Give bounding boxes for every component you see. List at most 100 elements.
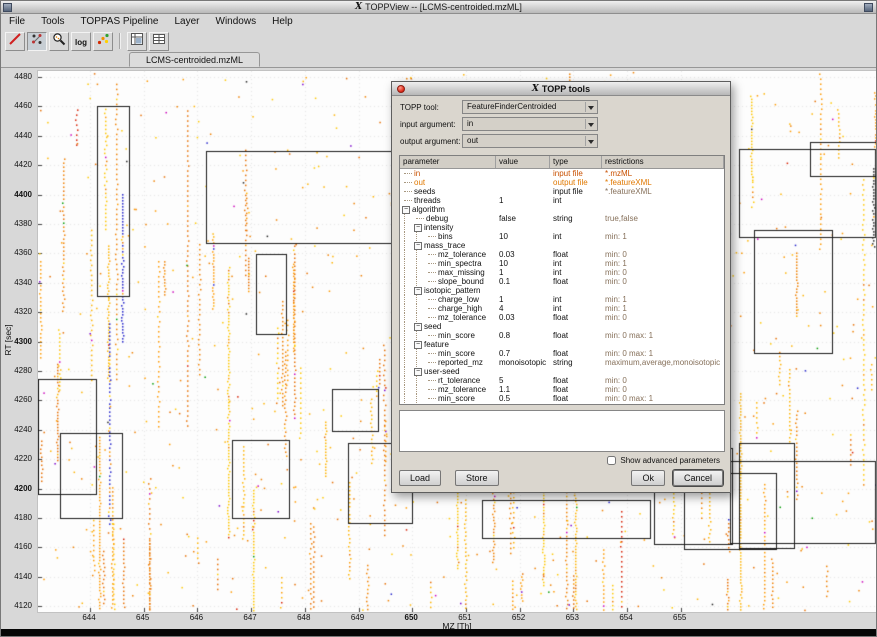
show-advanced-label[interactable]: Show advanced parameters bbox=[620, 456, 720, 465]
menu-help[interactable]: Help bbox=[264, 14, 301, 30]
dialog-close-icon[interactable] bbox=[397, 85, 405, 93]
param-value[interactable]: 4 bbox=[496, 304, 550, 313]
param-row-debug[interactable]: debugfalsestringtrue,false bbox=[400, 214, 724, 223]
param-restrictions: maximum,average,monoisotopic bbox=[602, 358, 724, 367]
param-restrictions: min: 1 bbox=[602, 259, 724, 268]
input-argument-select[interactable]: in bbox=[462, 117, 598, 131]
param-row-min_spectra[interactable]: min_spectra10intmin: 1 bbox=[400, 259, 724, 268]
param-row-charge_high[interactable]: charge_high4intmin: 1 bbox=[400, 304, 724, 313]
param-value[interactable]: 0.5 bbox=[496, 394, 550, 403]
param-row-user-seed[interactable]: −user-seed bbox=[400, 367, 724, 376]
param-value[interactable]: false bbox=[496, 214, 550, 223]
param-value[interactable]: 0.03 bbox=[496, 250, 550, 259]
tree-collapse-icon[interactable]: − bbox=[414, 224, 422, 232]
param-value[interactable]: 1.1 bbox=[496, 385, 550, 394]
parameter-table: parameter value type restrictions ininpu… bbox=[399, 155, 725, 405]
column-header-parameter[interactable]: parameter bbox=[400, 156, 496, 168]
intensity-mode-button[interactable] bbox=[93, 32, 113, 51]
param-row-seeds[interactable]: seedsinput file*.featureXML bbox=[400, 187, 724, 196]
ok-button[interactable]: Ok bbox=[631, 470, 665, 486]
column-header-type[interactable]: type bbox=[550, 156, 602, 168]
tree-stub bbox=[428, 335, 436, 336]
param-row-feature[interactable]: −feature bbox=[400, 340, 724, 349]
param-row-out[interactable]: outoutput file*.featureXML bbox=[400, 178, 724, 187]
param-row-charge_low[interactable]: charge_low1intmin: 1 bbox=[400, 295, 724, 304]
projections-button[interactable] bbox=[127, 32, 147, 51]
topp-tool-select[interactable]: FeatureFinderCentroided bbox=[462, 100, 598, 114]
x-tick-label: 644 bbox=[74, 613, 104, 622]
tree-collapse-icon[interactable]: − bbox=[414, 368, 422, 376]
tree-line bbox=[416, 259, 424, 268]
param-row-bins[interactable]: bins10intmin: 1 bbox=[400, 232, 724, 241]
param-value[interactable]: 0.7 bbox=[496, 349, 550, 358]
param-value[interactable]: 1 bbox=[496, 268, 550, 277]
param-row-mz_tolerance[interactable]: mz_tolerance0.03floatmin: 0 bbox=[400, 250, 724, 259]
menu-bar: FileToolsTOPPAS PipelineLayerWindowsHelp bbox=[1, 14, 876, 30]
y-tick-label: 4160 bbox=[1, 542, 34, 551]
param-value[interactable]: 1 bbox=[496, 295, 550, 304]
param-row-min_score[interactable]: min_score0.5floatmin: 0 max: 1 bbox=[400, 394, 724, 403]
tree-collapse-icon[interactable]: − bbox=[414, 341, 422, 349]
log-intensity-button[interactable]: log bbox=[71, 32, 91, 51]
param-value[interactable]: 5 bbox=[496, 376, 550, 385]
param-row-max_missing[interactable]: max_missing1intmin: 0 bbox=[400, 268, 724, 277]
load-button[interactable]: Load bbox=[399, 470, 441, 486]
param-row-algorithm[interactable]: −algorithm bbox=[400, 205, 724, 214]
dialog-titlebar[interactable]: X TOPP tools bbox=[392, 82, 730, 96]
tree-collapse-icon[interactable]: − bbox=[414, 242, 422, 250]
menu-windows[interactable]: Windows bbox=[208, 14, 265, 30]
param-row-in[interactable]: ininput file*.mzML bbox=[400, 169, 724, 178]
tree-stub bbox=[428, 272, 436, 273]
window-menu-button[interactable] bbox=[3, 3, 12, 12]
menu-file[interactable]: File bbox=[1, 14, 33, 30]
param-row-mz_tolerance[interactable]: mz_tolerance0.03floatmin: 0 bbox=[400, 313, 724, 322]
param-row-slope_bound[interactable]: slope_bound0.1floatmin: 0 bbox=[400, 277, 724, 286]
menu-tools[interactable]: Tools bbox=[33, 14, 72, 30]
param-value[interactable]: 0.8 bbox=[496, 331, 550, 340]
column-header-value[interactable]: value bbox=[496, 156, 550, 168]
spectrum-icon bbox=[8, 32, 22, 51]
view-1d-button[interactable] bbox=[5, 32, 25, 51]
window-close-button[interactable] bbox=[864, 3, 873, 12]
show-advanced-checkbox[interactable] bbox=[607, 456, 616, 465]
param-value[interactable]: monoisotopic bbox=[496, 358, 550, 367]
zoom-button[interactable] bbox=[49, 32, 69, 51]
param-value[interactable]: 10 bbox=[496, 232, 550, 241]
param-row-intensity[interactable]: −intensity bbox=[400, 223, 724, 232]
param-type: string bbox=[550, 214, 602, 223]
param-value[interactable]: 0.03 bbox=[496, 313, 550, 322]
tab-lcms-centroided[interactable]: LCMS-centroided.mzML bbox=[129, 52, 260, 67]
output-argument-select[interactable]: out bbox=[462, 134, 598, 148]
param-type: float bbox=[550, 349, 602, 358]
param-value[interactable]: 10 bbox=[496, 259, 550, 268]
param-row-reported_mz[interactable]: reported_mzmonoisotopicstringmaximum,ave… bbox=[400, 358, 724, 367]
cancel-button[interactable]: Cancel bbox=[673, 470, 723, 486]
y-tick-label: 4280 bbox=[1, 366, 34, 375]
menu-toppas-pipeline[interactable]: TOPPAS Pipeline bbox=[72, 14, 166, 30]
param-value[interactable]: 0.1 bbox=[496, 277, 550, 286]
window-titlebar[interactable]: X TOPPView -- [LCMS-centroided.mzML] bbox=[1, 1, 876, 14]
menu-layer[interactable]: Layer bbox=[167, 14, 208, 30]
topp-tools-dialog: X TOPP tools TOPP tool: FeatureFinderCen… bbox=[391, 81, 731, 493]
tree-collapse-icon[interactable]: − bbox=[414, 323, 422, 331]
tree-stub bbox=[428, 308, 436, 309]
param-row-seed[interactable]: −seed bbox=[400, 322, 724, 331]
log-icon: log bbox=[75, 32, 87, 50]
param-row-mz_tolerance[interactable]: mz_tolerance1.1floatmin: 0 bbox=[400, 385, 724, 394]
param-restrictions: *.featureXML bbox=[602, 178, 724, 187]
param-row-rt_tolerance[interactable]: rt_tolerance5floatmin: 0 bbox=[400, 376, 724, 385]
param-row-mass_trace[interactable]: −mass_trace bbox=[400, 241, 724, 250]
param-restrictions: min: 1 bbox=[602, 232, 724, 241]
column-header-restrictions[interactable]: restrictions bbox=[602, 156, 724, 168]
tree-collapse-icon[interactable]: − bbox=[414, 287, 422, 295]
param-row-min_score[interactable]: min_score0.7floatmin: 0 max: 1 bbox=[400, 349, 724, 358]
view-2d-button[interactable] bbox=[27, 32, 47, 51]
param-value[interactable]: 1 bbox=[496, 196, 550, 205]
param-row-threads[interactable]: threads1int bbox=[400, 196, 724, 205]
param-row-isotopic_pattern[interactable]: −isotopic_pattern bbox=[400, 286, 724, 295]
param-row-min_score[interactable]: min_score0.8floatmin: 0 max: 1 bbox=[400, 331, 724, 340]
store-button[interactable]: Store bbox=[455, 470, 499, 486]
tree-collapse-icon[interactable]: − bbox=[402, 206, 410, 214]
statistics-button[interactable] bbox=[149, 32, 169, 51]
param-name: min_spectra bbox=[438, 259, 482, 268]
